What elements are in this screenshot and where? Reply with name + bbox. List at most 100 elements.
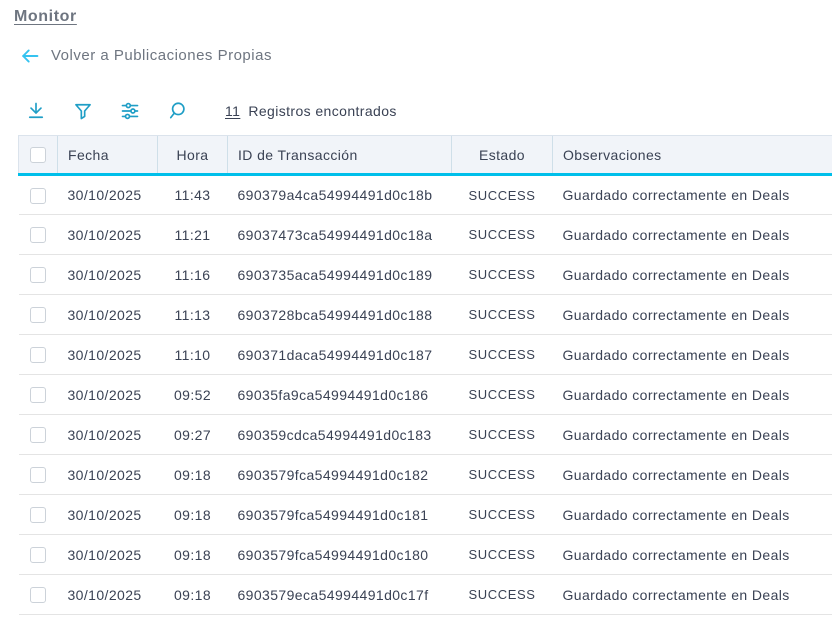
table-row: 30/10/2025 11:10 690371daca54994491d0c18… bbox=[18, 334, 832, 375]
cell-estado: SUCCESS bbox=[451, 414, 553, 455]
cell-hora: 09:18 bbox=[157, 454, 228, 495]
column-header-transaction-id: ID de Transacción bbox=[227, 135, 452, 176]
cell-transaction-id: 690379a4ca54994491d0c18b bbox=[227, 174, 452, 215]
cell-hora: 11:10 bbox=[157, 334, 228, 375]
cell-observaciones: Guardado correctamente en Deals bbox=[552, 374, 832, 415]
cell-transaction-id: 690359cdca54994491d0c183 bbox=[227, 414, 452, 455]
filter-icon bbox=[73, 101, 93, 121]
cell-observaciones: Guardado correctamente en Deals bbox=[552, 254, 832, 295]
row-checkbox[interactable] bbox=[30, 267, 46, 284]
back-arrow-icon bbox=[20, 48, 39, 64]
column-header-hora: Hora bbox=[157, 135, 228, 176]
cell-fecha: 30/10/2025 bbox=[57, 414, 158, 455]
download-icon bbox=[26, 101, 46, 121]
cell-observaciones: Guardado correctamente en Deals bbox=[552, 494, 832, 535]
cell-estado: SUCCESS bbox=[451, 294, 553, 335]
table-row: 30/10/2025 09:18 6903579fca54994491d0c18… bbox=[18, 454, 832, 495]
cell-observaciones: Guardado correctamente en Deals bbox=[552, 294, 832, 335]
row-checkbox[interactable] bbox=[30, 507, 46, 524]
cell-estado: SUCCESS bbox=[451, 454, 553, 495]
cell-observaciones: Guardado correctamente en Deals bbox=[552, 574, 832, 615]
cell-transaction-id: 6903735aca54994491d0c189 bbox=[227, 254, 452, 295]
cell-observaciones: Guardado correctamente en Deals bbox=[552, 454, 832, 495]
cell-hora: 09:18 bbox=[157, 534, 228, 575]
search-button[interactable] bbox=[166, 100, 188, 122]
cell-fecha: 30/10/2025 bbox=[57, 294, 158, 335]
cell-hora: 09:52 bbox=[157, 374, 228, 415]
cell-hora: 11:21 bbox=[157, 214, 228, 255]
row-checkbox-cell bbox=[18, 574, 58, 615]
results-count: 11 bbox=[225, 103, 241, 119]
cell-hora: 09:18 bbox=[157, 574, 228, 615]
cell-estado: SUCCESS bbox=[451, 534, 553, 575]
row-checkbox[interactable] bbox=[30, 547, 46, 564]
row-checkbox[interactable] bbox=[30, 347, 46, 364]
column-header-estado: Estado bbox=[451, 135, 553, 176]
table-row: 30/10/2025 11:43 690379a4ca54994491d0c18… bbox=[18, 174, 832, 215]
cell-transaction-id: 6903579eca54994491d0c17f bbox=[227, 574, 452, 615]
row-checkbox-cell bbox=[18, 494, 58, 535]
cell-transaction-id: 69035fa9ca54994491d0c186 bbox=[227, 374, 452, 415]
row-checkbox[interactable] bbox=[30, 187, 46, 204]
row-checkbox[interactable] bbox=[30, 227, 46, 244]
cell-transaction-id: 69037473ca54994491d0c18a bbox=[227, 214, 452, 255]
cell-estado: SUCCESS bbox=[451, 254, 553, 295]
table-row: 30/10/2025 09:18 6903579eca54994491d0c17… bbox=[18, 574, 832, 615]
cell-transaction-id: 6903579fca54994491d0c181 bbox=[227, 494, 452, 535]
cell-transaction-id: 690371daca54994491d0c187 bbox=[227, 334, 452, 375]
table-row: 30/10/2025 11:21 69037473ca54994491d0c18… bbox=[18, 214, 832, 255]
sliders-icon bbox=[120, 101, 140, 121]
column-header-observaciones: Observaciones bbox=[552, 135, 832, 176]
row-checkbox[interactable] bbox=[30, 427, 46, 444]
cell-fecha: 30/10/2025 bbox=[57, 254, 158, 295]
cell-hora: 09:27 bbox=[157, 414, 228, 455]
cell-transaction-id: 6903579fca54994491d0c182 bbox=[227, 454, 452, 495]
table-row: 30/10/2025 09:18 6903579fca54994491d0c18… bbox=[18, 494, 832, 535]
row-checkbox[interactable] bbox=[30, 307, 46, 324]
cell-hora: 11:16 bbox=[157, 254, 228, 295]
row-checkbox-cell bbox=[18, 374, 58, 415]
table-row: 30/10/2025 09:52 69035fa9ca54994491d0c18… bbox=[18, 374, 832, 415]
table-row: 30/10/2025 11:16 6903735aca54994491d0c18… bbox=[18, 254, 832, 295]
page-title: Monitor bbox=[14, 8, 77, 25]
row-checkbox-cell bbox=[18, 454, 58, 495]
cell-transaction-id: 6903579fca54994491d0c180 bbox=[227, 534, 452, 575]
cell-observaciones: Guardado correctamente en Deals bbox=[552, 214, 832, 255]
row-checkbox[interactable] bbox=[30, 467, 46, 484]
records-table-wrap: Fecha Hora ID de Transacción Estado Obse… bbox=[18, 135, 832, 615]
select-all-cell bbox=[18, 135, 58, 176]
cell-hora: 11:13 bbox=[157, 294, 228, 335]
table-row: 30/10/2025 09:27 690359cdca54994491d0c18… bbox=[18, 414, 832, 455]
select-all-checkbox[interactable] bbox=[30, 147, 46, 164]
filter-button[interactable] bbox=[72, 100, 94, 122]
row-checkbox[interactable] bbox=[30, 387, 46, 404]
back-link-label: Volver a Publicaciones Propias bbox=[51, 47, 272, 64]
search-icon bbox=[167, 101, 187, 121]
cell-observaciones: Guardado correctamente en Deals bbox=[552, 534, 832, 575]
row-checkbox-cell bbox=[18, 214, 58, 255]
cell-observaciones: Guardado correctamente en Deals bbox=[552, 414, 832, 455]
cell-hora: 11:43 bbox=[157, 174, 228, 215]
cell-transaction-id: 6903728bca54994491d0c188 bbox=[227, 294, 452, 335]
cell-estado: SUCCESS bbox=[451, 174, 553, 215]
download-button[interactable] bbox=[25, 100, 47, 122]
sliders-button[interactable] bbox=[119, 100, 141, 122]
cell-estado: SUCCESS bbox=[451, 574, 553, 615]
cell-estado: SUCCESS bbox=[451, 374, 553, 415]
records-table: Fecha Hora ID de Transacción Estado Obse… bbox=[18, 135, 832, 615]
row-checkbox-cell bbox=[18, 534, 58, 575]
cell-estado: SUCCESS bbox=[451, 214, 553, 255]
table-row: 30/10/2025 09:18 6903579fca54994491d0c18… bbox=[18, 534, 832, 575]
back-link[interactable]: Volver a Publicaciones Propias bbox=[20, 47, 832, 64]
page: Monitor Volver a Publicaciones Propias 1… bbox=[0, 0, 832, 615]
results-label: Registros encontrados bbox=[248, 103, 397, 119]
cell-observaciones: Guardado correctamente en Deals bbox=[552, 334, 832, 375]
table-header-row: Fecha Hora ID de Transacción Estado Obse… bbox=[18, 135, 832, 176]
column-header-fecha: Fecha bbox=[57, 135, 158, 176]
cell-fecha: 30/10/2025 bbox=[57, 374, 158, 415]
results-summary: 11 Registros encontrados bbox=[225, 103, 397, 119]
cell-fecha: 30/10/2025 bbox=[57, 534, 158, 575]
row-checkbox[interactable] bbox=[30, 587, 46, 604]
cell-fecha: 30/10/2025 bbox=[57, 454, 158, 495]
row-checkbox-cell bbox=[18, 414, 58, 455]
